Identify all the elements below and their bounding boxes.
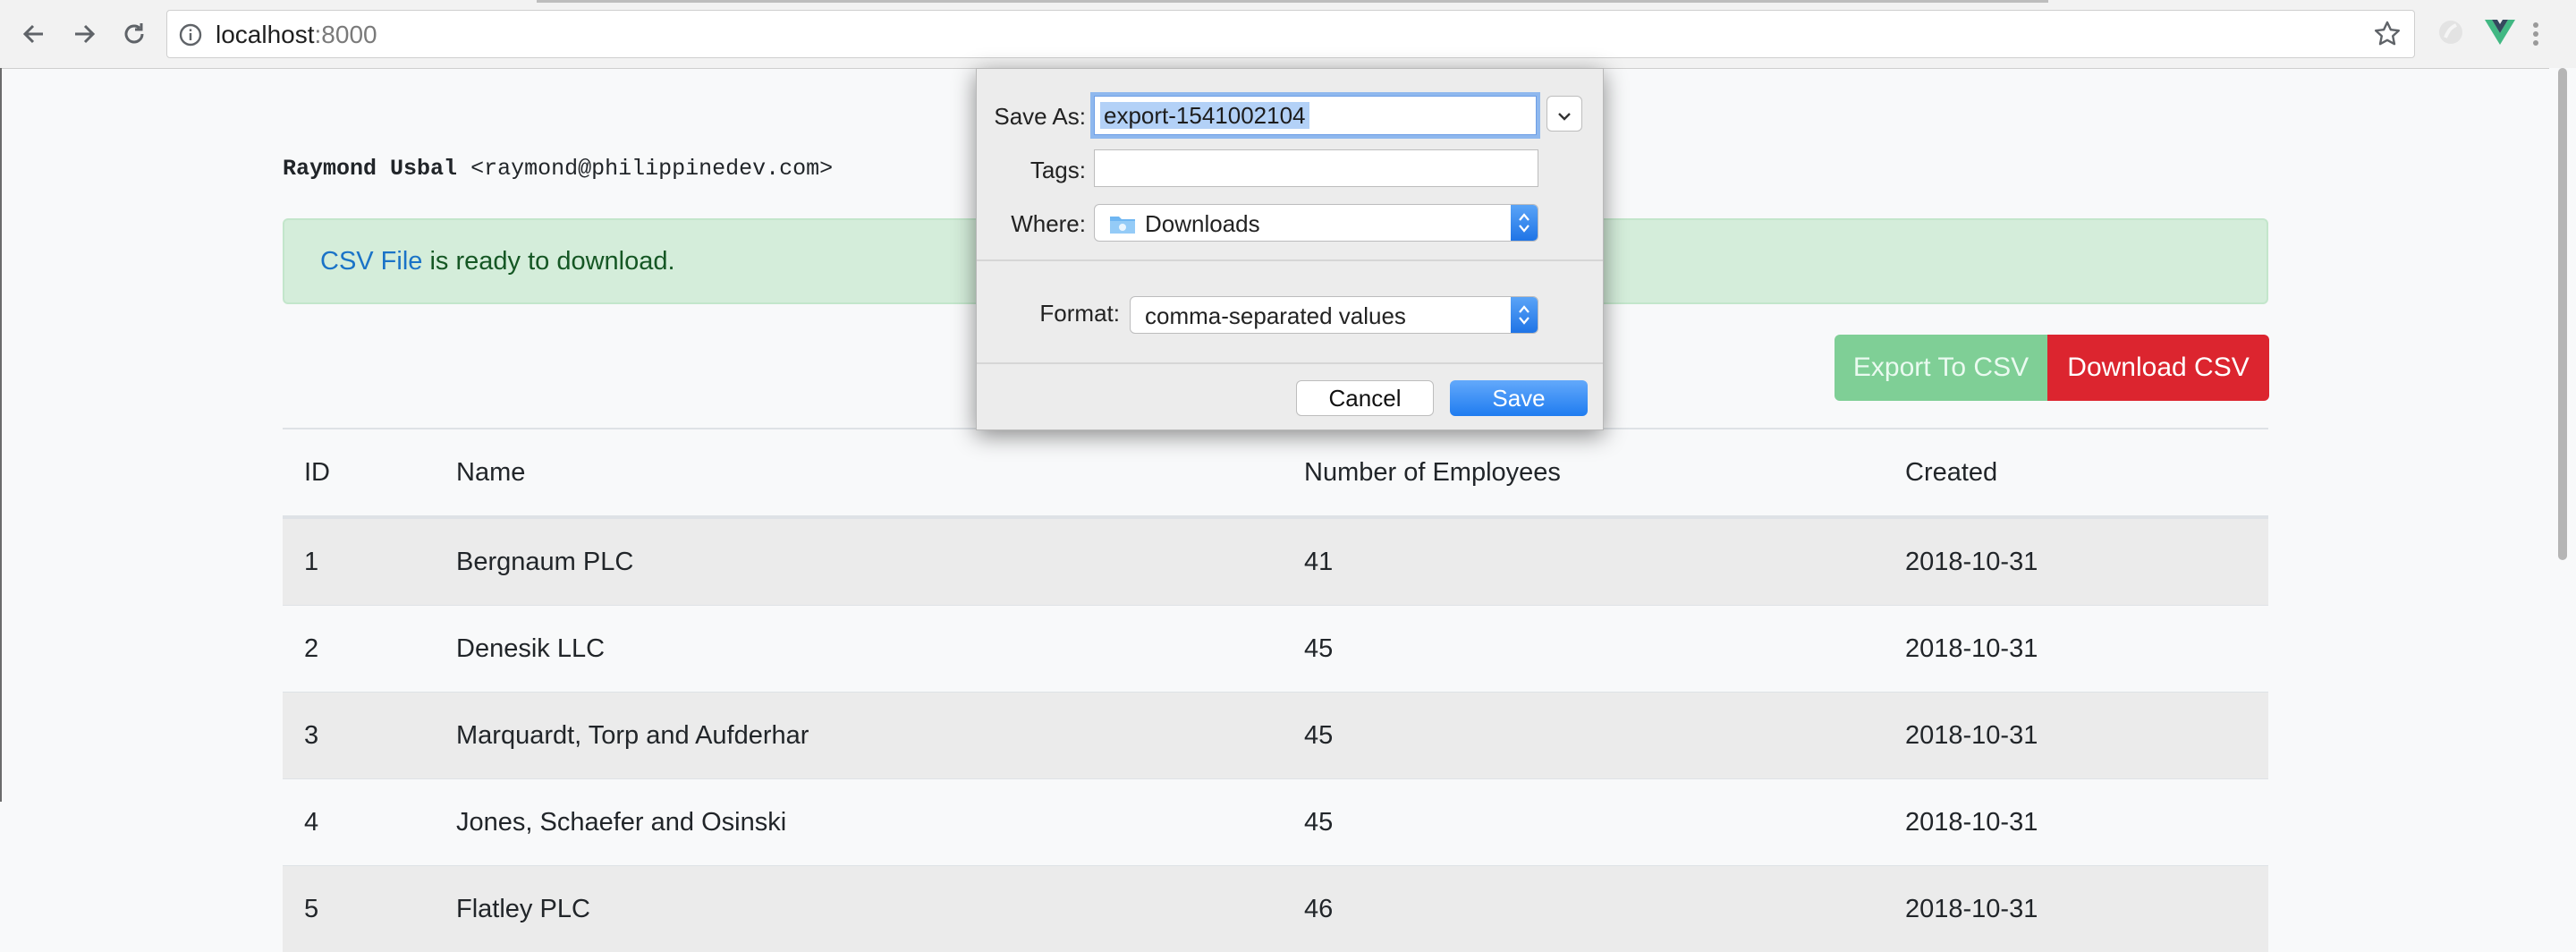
cell-created: 2018-10-31 [1884,866,2268,952]
cell-id: 3 [283,693,435,779]
updown-arrows-icon [1511,205,1538,241]
table-row: 1 Bergnaum PLC 41 2018-10-31 [283,517,2268,606]
format-select[interactable]: comma-separated values [1130,296,1538,334]
star-icon[interactable] [2373,20,2402,53]
companies-table: ID Name Number of Employees Created 1 Be… [283,428,2268,952]
user-identity: Raymond Usbal <raymond@philippinedev.com… [283,156,833,182]
address-bar[interactable]: localhost:8000 [166,10,2415,58]
csv-file-link[interactable]: CSV File [320,247,422,276]
tab-strip-edge [537,0,2048,3]
cell-name: Jones, Schaefer and Osinski [435,779,1283,866]
format-value: comma-separated values [1145,302,1406,330]
page-scrollbar[interactable] [2549,68,2576,948]
cell-employees: 45 [1283,779,1884,866]
table-row: 3 Marquardt, Torp and Aufderhar 45 2018-… [283,693,2268,779]
save-as-label: Save As: [986,103,1086,131]
back-arrow-icon[interactable] [16,16,52,52]
cell-created: 2018-10-31 [1884,779,2268,866]
cell-id: 1 [283,517,435,606]
cell-created: 2018-10-31 [1884,517,2268,606]
tags-label: Tags: [986,157,1086,184]
save-as-input[interactable]: export-1541002104 [1094,96,1537,135]
column-header-id: ID [283,429,435,517]
cell-id: 5 [283,866,435,952]
cell-employees: 45 [1283,606,1884,693]
where-select[interactable]: Downloads [1094,204,1538,242]
cell-name: Bergnaum PLC [435,517,1283,606]
table-row: 2 Denesik LLC 45 2018-10-31 [283,606,2268,693]
browser-toolbar: localhost:8000 [0,0,2576,69]
updown-arrows-icon [1511,297,1538,333]
vue-extension-icon[interactable] [2483,16,2517,53]
dialog-separator [977,362,1603,364]
cell-name: Flatley PLC [435,866,1283,952]
where-label: Where: [986,210,1086,238]
cancel-button[interactable]: Cancel [1296,380,1434,416]
cell-created: 2018-10-31 [1884,606,2268,693]
table-row: 5 Flatley PLC 46 2018-10-31 [283,866,2268,952]
cell-employees: 46 [1283,866,1884,952]
column-header-employees: Number of Employees [1283,429,1884,517]
save-button[interactable]: Save [1450,380,1588,416]
cell-created: 2018-10-31 [1884,693,2268,779]
expand-dialog-button[interactable] [1546,96,1582,132]
chevron-down-icon [1556,100,1572,128]
cell-id: 4 [283,779,435,866]
cell-id: 2 [283,606,435,693]
cell-name: Marquardt, Torp and Aufderhar [435,693,1283,779]
column-header-name: Name [435,429,1283,517]
cell-employees: 45 [1283,693,1884,779]
user-name: Raymond Usbal [283,156,457,182]
download-csv-button[interactable]: Download CSV [2047,335,2269,401]
user-email: <raymond@philippinedev.com> [470,156,833,182]
table-row: 4 Jones, Schaefer and Osinski 45 2018-10… [283,779,2268,866]
export-to-csv-button[interactable]: Export To CSV [1835,335,2047,401]
format-label: Format: [1013,300,1120,327]
save-dialog: Save As: export-1541002104 Tags: Where: … [976,68,1604,430]
url-port: :8000 [315,21,377,48]
save-as-value: export-1541002104 [1100,102,1309,129]
url-host: localhost [216,21,315,48]
column-header-created: Created [1884,429,2268,517]
folder-icon [1109,213,1136,241]
dialog-separator [977,259,1603,261]
where-value: Downloads [1145,210,1260,238]
tags-input[interactable] [1094,149,1538,187]
url-text: localhost:8000 [216,21,377,49]
cell-name: Denesik LLC [435,606,1283,693]
reload-icon[interactable] [116,16,152,52]
cell-employees: 41 [1283,517,1884,606]
menu-icon[interactable] [2531,21,2540,51]
window-edge [0,68,2,802]
forward-arrow-icon[interactable] [66,16,102,52]
table-header-row: ID Name Number of Employees Created [283,429,2268,517]
scrollbar-thumb[interactable] [2558,68,2567,560]
info-icon[interactable] [178,22,203,52]
extension-icon[interactable] [2435,16,2467,53]
alert-message: is ready to download. [422,247,674,276]
